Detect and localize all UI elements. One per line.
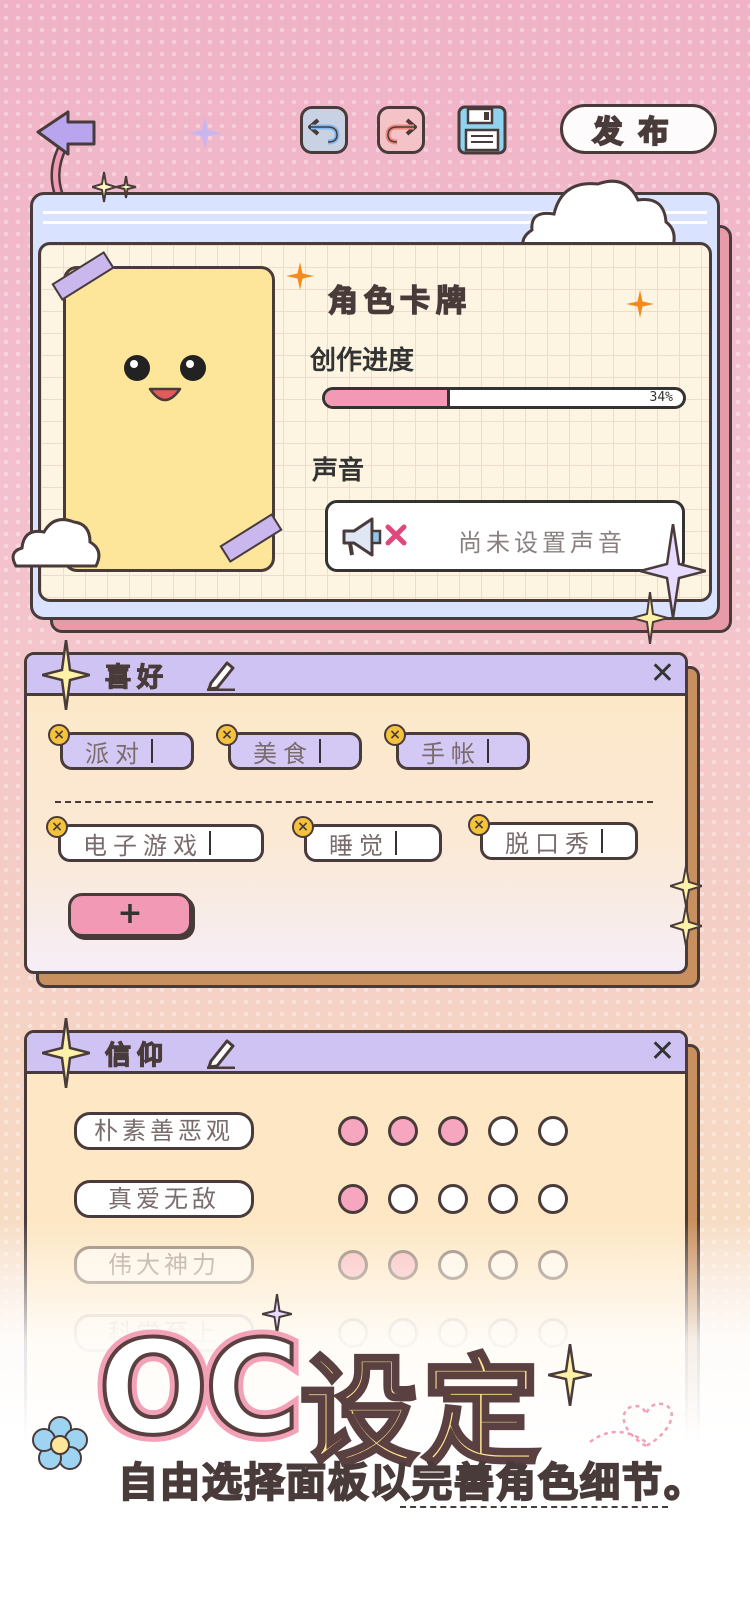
- sparkle-icon: [42, 640, 90, 710]
- cloud-icon: [11, 518, 101, 568]
- sparkle-icon: [286, 262, 314, 290]
- belief-level-dot[interactable]: [438, 1116, 468, 1146]
- hobby-tag-label: 手帐: [421, 739, 481, 768]
- hobbies-title: 喜好: [104, 662, 170, 693]
- text-cursor: [319, 739, 321, 763]
- hobby-tag[interactable]: 美食: [228, 732, 362, 770]
- underline-decoration: [400, 1506, 668, 1508]
- belief-label[interactable]: 真爱无敌: [74, 1180, 254, 1218]
- left-eye: [124, 355, 150, 381]
- dashed-heart-icon: [589, 1402, 673, 1448]
- sparkle-icon: [188, 116, 222, 150]
- beliefs-header: 信仰 ✕: [27, 1033, 685, 1074]
- text-cursor: [151, 739, 153, 763]
- belief-level-dot[interactable]: [538, 1116, 568, 1146]
- remove-tag-icon[interactable]: ×: [292, 816, 314, 838]
- hobby-tag[interactable]: 电子游戏: [58, 824, 264, 862]
- progress-value: 34%: [649, 390, 673, 405]
- right-eye: [180, 355, 206, 381]
- undo-icon: [308, 118, 340, 145]
- belief-level-dot[interactable]: [338, 1184, 368, 1214]
- undo-button[interactable]: [300, 106, 348, 154]
- hobby-tag[interactable]: 派对: [60, 732, 194, 770]
- remove-tag-icon[interactable]: ×: [384, 724, 406, 746]
- headline-oc: OC: [96, 1310, 302, 1466]
- sound-selector[interactable]: 尚未设置声音: [325, 500, 685, 572]
- mouth-icon: [148, 387, 182, 402]
- progress-bar: 34%: [322, 387, 686, 409]
- belief-level-dot[interactable]: [538, 1184, 568, 1214]
- belief-level-dot[interactable]: [338, 1116, 368, 1146]
- sparkle-icon: [92, 171, 137, 203]
- remove-tag-icon[interactable]: ×: [216, 724, 238, 746]
- add-hobby-button[interactable]: +: [68, 893, 192, 937]
- hobby-tag[interactable]: 脱口秀: [480, 822, 638, 860]
- progress-label: 创作进度: [310, 346, 415, 376]
- belief-label[interactable]: 朴素善恶观: [74, 1112, 254, 1150]
- sound-value: 尚未设置声音: [458, 529, 626, 557]
- sparkle-icon: [670, 866, 702, 946]
- text-cursor: [209, 831, 211, 855]
- redo-icon: [385, 118, 417, 145]
- card-title: 角色卡牌: [327, 283, 472, 320]
- beliefs-title: 信仰: [104, 1040, 170, 1071]
- close-icon[interactable]: ✕: [650, 659, 675, 689]
- hobby-tag-label: 派对: [85, 739, 145, 768]
- promo-subtitle: 自由选择面板以完善角色细节。: [117, 1459, 706, 1507]
- hobby-tag-label: 美食: [253, 739, 313, 768]
- flower-icon: [32, 1416, 88, 1470]
- remove-tag-icon[interactable]: ×: [46, 816, 68, 838]
- hobby-tag-label: 睡觉: [329, 831, 389, 860]
- text-cursor: [487, 739, 489, 763]
- megaphone-icon: [342, 517, 382, 557]
- belief-level-dot[interactable]: [388, 1184, 418, 1214]
- progress-fill: [325, 390, 450, 406]
- save-icon[interactable]: [456, 104, 508, 156]
- publish-button[interactable]: 发布: [560, 104, 717, 154]
- belief-level-dot[interactable]: [388, 1116, 418, 1146]
- remove-tag-icon[interactable]: ×: [48, 724, 70, 746]
- edit-pen-icon[interactable]: [203, 1035, 237, 1069]
- hobby-tag[interactable]: 睡觉: [304, 824, 442, 862]
- sparkle-icon: [632, 592, 668, 644]
- belief-level-dot[interactable]: [438, 1184, 468, 1214]
- hobbies-header: 喜好 ✕: [27, 655, 685, 696]
- remove-tag-icon[interactable]: ×: [468, 814, 490, 836]
- hobby-tag[interactable]: 手帐: [396, 732, 530, 770]
- sparkle-icon: [626, 290, 654, 318]
- sound-label: 声音: [312, 456, 365, 486]
- text-cursor: [395, 831, 397, 855]
- belief-level-dot[interactable]: [488, 1184, 518, 1214]
- sparkle-icon: [548, 1344, 592, 1406]
- edit-pen-icon[interactable]: [203, 657, 237, 691]
- text-cursor: [601, 829, 603, 853]
- belief-level-dot[interactable]: [488, 1116, 518, 1146]
- mute-x-icon: [385, 524, 407, 546]
- hobby-tag-label: 电子游戏: [83, 831, 203, 860]
- divider: [55, 801, 653, 803]
- redo-button[interactable]: [377, 106, 425, 154]
- hobby-tag-label: 脱口秀: [505, 829, 595, 858]
- sparkle-icon: [42, 1018, 90, 1088]
- close-icon[interactable]: ✕: [650, 1037, 675, 1067]
